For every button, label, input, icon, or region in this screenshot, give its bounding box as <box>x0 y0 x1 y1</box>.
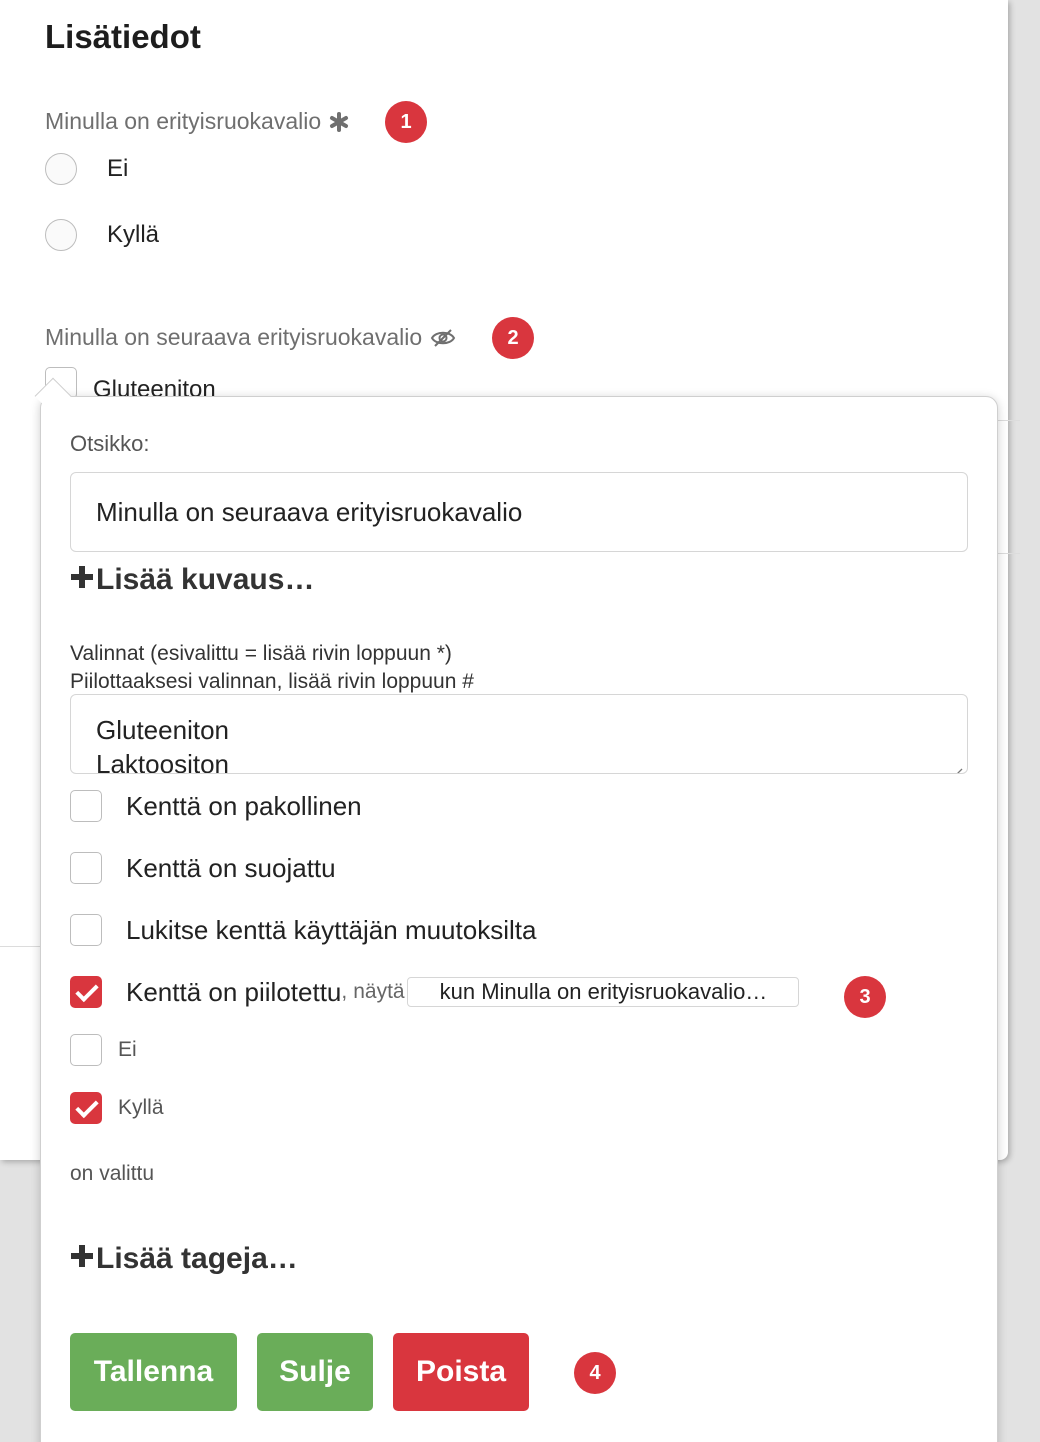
asterisk-icon <box>329 111 349 132</box>
option-protected[interactable]: Kenttä on suojattu <box>70 852 336 884</box>
checkbox-checked[interactable] <box>70 976 102 1008</box>
choices-hint-line: Piilottaaksesi valinnan, lisää rivin lop… <box>70 670 474 693</box>
diet-field-label: Minulla on erityisruokavalio <box>45 108 349 135</box>
add-description-link[interactable]: Lisää kuvaus… <box>70 563 314 597</box>
checkbox[interactable] <box>70 790 102 822</box>
step-badge: 2 <box>492 317 534 359</box>
choices-textarea[interactable]: Gluteeniton Laktoositon <box>70 694 968 774</box>
checkbox-checked[interactable] <box>70 1092 102 1124</box>
diet-choice-field-label: Minulla on seuraava erityisruokavalio <box>45 324 456 351</box>
plus-icon <box>70 563 94 597</box>
step-badge: 4 <box>574 1352 616 1394</box>
radio-option-kylla[interactable]: Kyllä <box>45 219 159 251</box>
radio-label: Kyllä <box>107 221 160 248</box>
divider <box>998 553 1020 554</box>
section-title: Lisätiedot <box>45 18 201 55</box>
option-label: Kenttä on pakollinen <box>126 790 362 821</box>
condition-value-label: Kyllä <box>118 1096 164 1119</box>
choices-hint: Valinnat (esivalittu = lisää rivin loppu… <box>70 640 474 696</box>
checkbox[interactable] <box>70 914 102 946</box>
condition-select[interactable]: kun Minulla on erityisruokavalio… <box>406 977 799 1007</box>
delete-button[interactable]: Poista <box>393 1333 529 1411</box>
choice-line: Gluteeniton <box>96 715 229 745</box>
save-button[interactable]: Tallenna <box>70 1333 237 1411</box>
step-badge: 3 <box>844 976 886 1018</box>
option-hidden[interactable]: Kenttä on piilotettu , näytä kun Minulla… <box>70 976 799 1008</box>
plus-icon <box>70 1242 94 1276</box>
option-required[interactable]: Kenttä on pakollinen <box>70 790 362 822</box>
option-locked[interactable]: Lukitse kenttä käyttäjän muutoksilta <box>70 914 536 946</box>
add-description-label: Lisää kuvaus… <box>96 563 315 596</box>
radio-button[interactable] <box>45 219 77 251</box>
resize-grip-icon[interactable] <box>949 755 963 773</box>
radio-label: Ei <box>107 155 129 182</box>
divider <box>0 946 40 947</box>
condition-select-value: kun Minulla on erityisruokavalio… <box>439 979 768 1004</box>
choices-hint-line: Valinnat (esivalittu = lisää rivin loppu… <box>70 642 452 665</box>
option-label: Kenttä on suojattu <box>126 852 336 883</box>
close-button[interactable]: Sulje <box>257 1333 373 1411</box>
radio-option-ei[interactable]: Ei <box>45 153 128 185</box>
condition-value-label: Ei <box>118 1038 137 1061</box>
step-badge: 1 <box>385 101 427 143</box>
condition-value-ei[interactable]: Ei <box>70 1034 137 1066</box>
show-when-text: näytä <box>353 980 405 1003</box>
selected-text: on valittu <box>70 1162 155 1185</box>
title-field-label: Otsikko: <box>70 431 150 456</box>
radio-button[interactable] <box>45 153 77 185</box>
title-input[interactable]: Minulla on seuraava erityisruokavalio <box>70 472 968 552</box>
title-input-value: Minulla on seuraava erityisruokavalio <box>96 496 523 527</box>
divider <box>998 420 1020 421</box>
add-tags-link[interactable]: Lisää tageja… <box>70 1242 298 1276</box>
checkbox[interactable] <box>70 1034 102 1066</box>
diet-choice-field-label-text: Minulla on seuraava erityisruokavalio <box>45 324 423 350</box>
checkbox[interactable] <box>70 852 102 884</box>
eye-slash-icon <box>430 328 456 348</box>
option-label: Lukitse kenttä käyttäjän muutoksilta <box>126 914 537 945</box>
add-tags-label: Lisää tageja… <box>96 1242 298 1275</box>
option-label: Kenttä on piilotettu <box>126 976 342 1007</box>
comma-text: , <box>341 980 348 1003</box>
condition-value-kylla[interactable]: Kyllä <box>70 1092 164 1124</box>
diet-field-label-text: Minulla on erityisruokavalio <box>45 108 322 134</box>
choice-line: Laktoositon <box>96 749 229 774</box>
